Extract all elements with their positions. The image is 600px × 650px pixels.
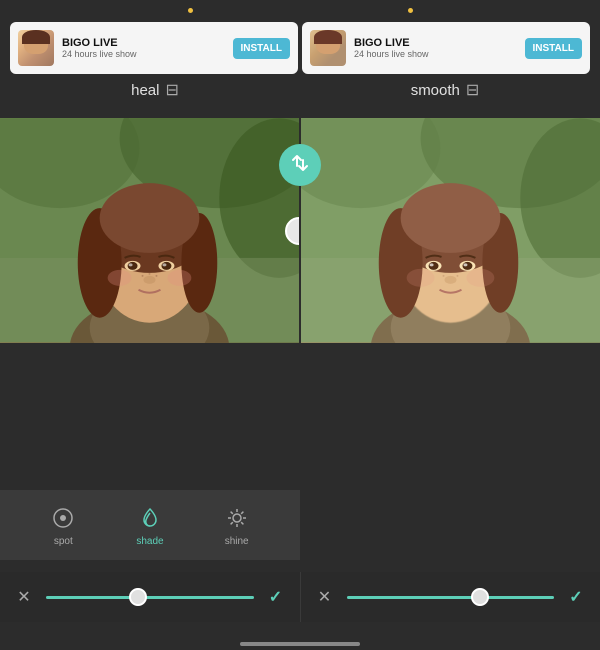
empty-area	[0, 343, 600, 498]
ads-row: BIGO LIVE 24 hours live show INSTALL BIG…	[0, 14, 600, 74]
cancel-btn-left[interactable]: ✕	[12, 585, 36, 609]
top-dot-left	[188, 8, 193, 13]
swap-button[interactable]	[279, 144, 321, 186]
ad-text-right: BIGO LIVE 24 hours live show	[354, 37, 517, 59]
ad-avatar-left	[18, 30, 54, 66]
slider-thumb-left[interactable]	[129, 588, 147, 606]
top-dot-right	[408, 8, 413, 13]
swap-icon	[289, 152, 311, 179]
slider-thumb-right[interactable]	[471, 588, 489, 606]
tool-spot[interactable]: spot	[49, 504, 77, 547]
ad-install-btn-left[interactable]: INSTALL	[233, 38, 290, 59]
ad-text-left: BIGO LIVE 24 hours live show	[62, 37, 225, 59]
ad-title-left: BIGO LIVE	[62, 37, 225, 49]
filter-left-section: heal ⊟	[10, 80, 300, 100]
slider-left: ✕ ✓	[0, 572, 301, 622]
photo-left	[0, 118, 299, 343]
ad-subtitle-right: 24 hours live show	[354, 49, 517, 59]
shine-icon	[223, 504, 251, 532]
tool-shade[interactable]: shade	[136, 504, 164, 547]
shine-label: shine	[225, 536, 249, 547]
image-panel-right	[301, 118, 600, 343]
ad-banner-right: BIGO LIVE 24 hours live show INSTALL	[302, 22, 590, 74]
ad-title-right: BIGO LIVE	[354, 37, 517, 49]
photo-right	[301, 118, 600, 343]
shade-icon	[136, 504, 164, 532]
spot-icon	[49, 504, 77, 532]
home-indicator	[240, 642, 360, 646]
spot-label: spot	[54, 536, 73, 547]
ad-banner-left: BIGO LIVE 24 hours live show INSTALL	[10, 22, 298, 74]
compare-icon-right[interactable]: ⊟	[466, 80, 479, 100]
tools-panel: spot shade shine	[0, 490, 300, 560]
filter-right-section: smooth ⊟	[300, 80, 590, 100]
ad-install-btn-right[interactable]: INSTALL	[525, 38, 582, 59]
filter-smooth-label: smooth	[411, 82, 460, 99]
slider-right: ✕ ✓	[301, 572, 600, 622]
filter-heal-label: heal	[131, 82, 159, 99]
slider-row: ✕ ✓ ✕ ✓	[0, 572, 600, 622]
ad-subtitle-left: 24 hours live show	[62, 49, 225, 59]
image-panel-left	[0, 118, 301, 343]
ad-avatar-right	[310, 30, 346, 66]
slider-track-left[interactable]	[46, 596, 254, 599]
confirm-btn-left[interactable]: ✓	[264, 585, 288, 609]
shade-label: shade	[136, 536, 163, 547]
filter-row: heal ⊟ smooth ⊟	[0, 72, 600, 108]
tool-shine[interactable]: shine	[223, 504, 251, 547]
compare-icon-left[interactable]: ⊟	[165, 80, 178, 100]
slider-track-right[interactable]	[347, 596, 555, 599]
cancel-btn-right[interactable]: ✕	[313, 585, 337, 609]
confirm-btn-right[interactable]: ✓	[564, 585, 588, 609]
